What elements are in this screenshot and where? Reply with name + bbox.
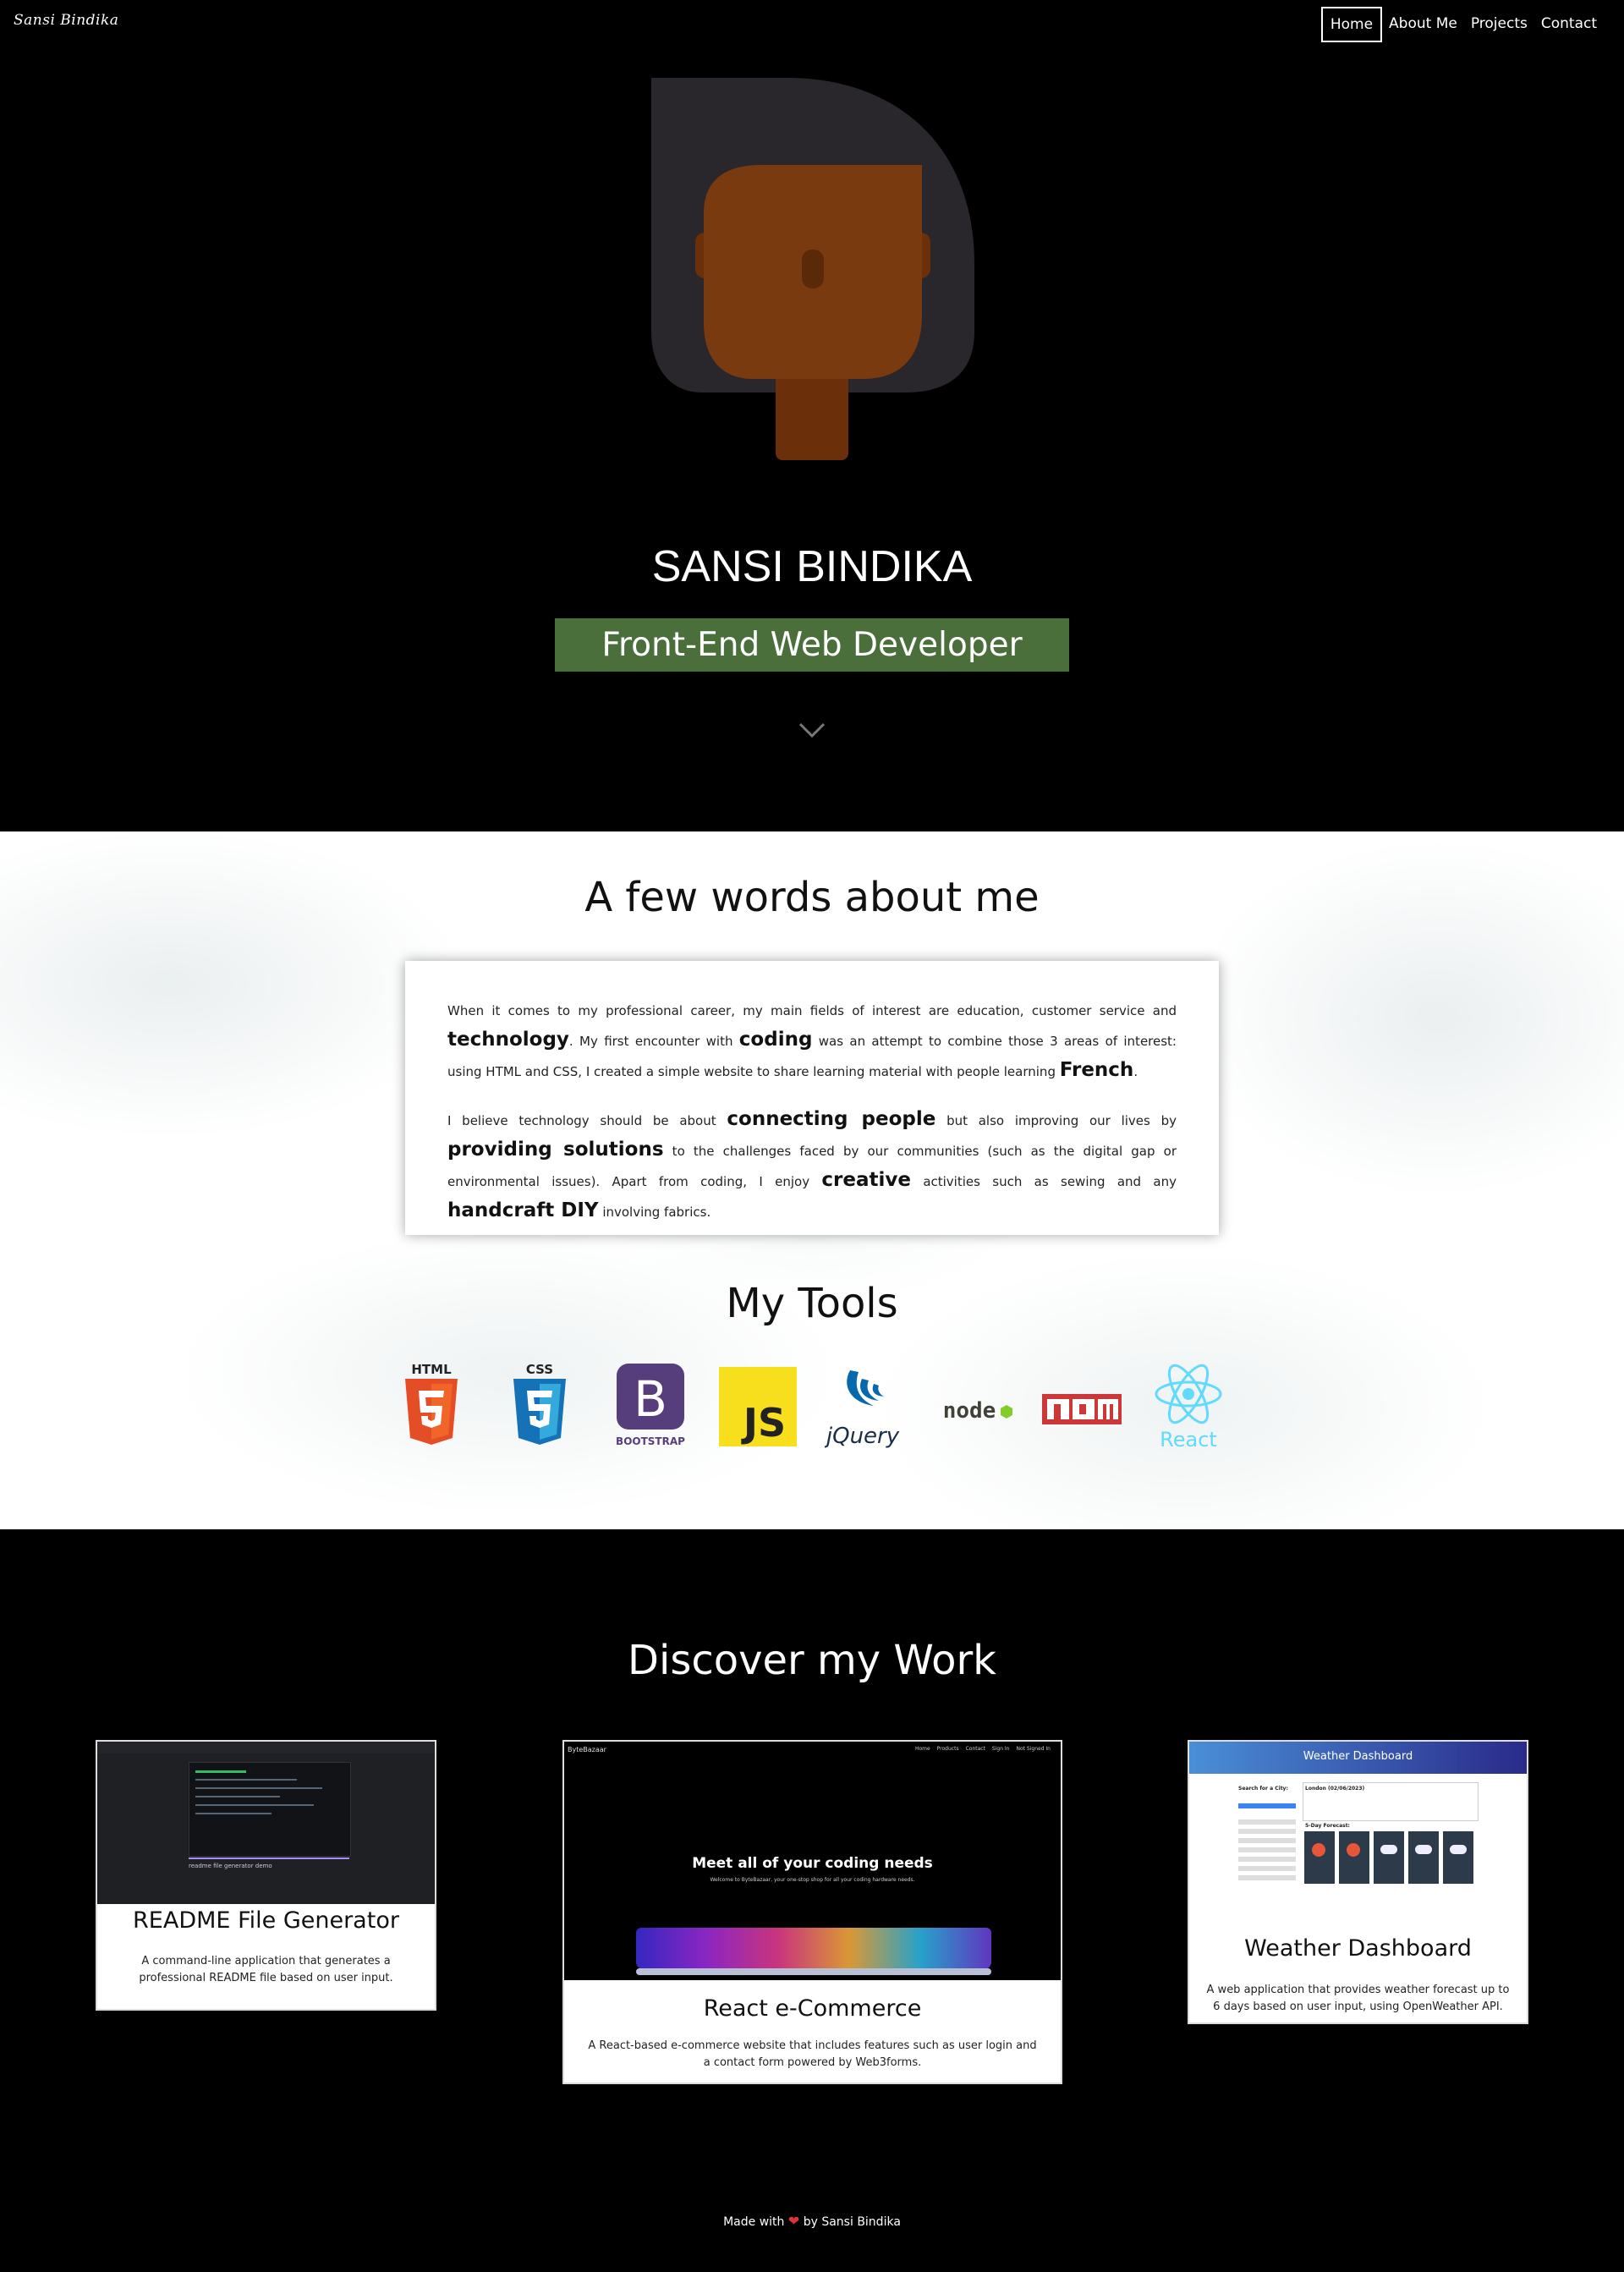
hero-name: SANSI BINDIKA — [651, 542, 973, 591]
about-paragraph-1: When it comes to my professional career,… — [447, 1003, 1177, 1081]
project-description: A React-based e-commerce website that in… — [588, 2039, 1037, 2069]
footer: Made with ❤ by Sansi Bindika — [0, 2213, 1624, 2229]
svg-text:npm: npm — [1081, 1447, 1083, 1449]
css3-icon: CSS — [513, 1362, 566, 1445]
about-title: A few words about me — [584, 874, 1040, 921]
react-icon: React — [1155, 1364, 1222, 1452]
npm-icon: npm — [1042, 1394, 1122, 1449]
project-thumbnail-weather[interactable]: Weather Dashboard Search for a City: Lon… — [1189, 1742, 1527, 1919]
svg-text:jQuery: jQuery — [825, 1424, 900, 1449]
heart-icon: ❤ — [787, 2213, 800, 2229]
nav-contact[interactable]: Contact — [1534, 7, 1604, 42]
project-title: React e-Commerce — [703, 1995, 922, 2022]
javascript-icon: JS — [719, 1367, 797, 1446]
html5-icon: HTML — [405, 1362, 458, 1445]
about-card: When it comes to my professional career,… — [405, 961, 1219, 1235]
about-section: A few words about me When it comes to my… — [0, 831, 1624, 1529]
top-navbar: Sansi Bindika Home About Me Projects Con… — [0, 0, 1624, 51]
project-description: A web application that provides weather … — [1206, 1984, 1510, 2013]
tools-row: HTML CSS B BOOTSTRAP JS jQuery node npm … — [398, 1360, 1226, 1453]
svg-text:CSS: CSS — [526, 1362, 553, 1377]
project-card-ecommerce[interactable]: ByteBazaar Home Products Contact Sign In… — [562, 1740, 1062, 2084]
svg-text:React: React — [1160, 1428, 1217, 1452]
avatar-illustration — [651, 78, 974, 460]
footer-made-with: Made with — [723, 2215, 785, 2229]
hero-job-title: Front-End Web Developer — [555, 618, 1069, 672]
svg-text:JS: JS — [741, 1400, 786, 1446]
svg-text:BOOTSTRAP: BOOTSTRAP — [616, 1435, 685, 1447]
svg-text:node: node — [943, 1398, 996, 1424]
chevron-down-icon[interactable] — [798, 721, 826, 739]
nav-links: Home About Me Projects Contact — [1320, 7, 1604, 42]
work-section: Discover my Work readme file generator d… — [0, 1529, 1624, 2272]
brand-logo[interactable]: Sansi Bindika — [14, 12, 118, 29]
bootstrap-icon: B BOOTSTRAP — [616, 1364, 685, 1447]
nav-home[interactable]: Home — [1320, 7, 1383, 42]
project-title: Weather Dashboard — [1244, 1935, 1472, 1962]
project-description: A command-line application that generate… — [139, 1955, 393, 1984]
svg-text:HTML: HTML — [411, 1362, 452, 1377]
project-thumbnail-readme[interactable]: readme file generator demo — [97, 1742, 435, 1904]
project-thumbnail-ecommerce[interactable]: ByteBazaar Home Products Contact Sign In… — [564, 1742, 1061, 1980]
about-paragraph-2: I believe technology should be about con… — [447, 1108, 1177, 1221]
nodejs-icon: node — [943, 1398, 1012, 1424]
svg-text:B: B — [634, 1370, 667, 1428]
project-title: README File Generator — [133, 1907, 399, 1934]
nav-projects[interactable]: Projects — [1464, 7, 1534, 42]
footer-author: by Sansi Bindika — [803, 2215, 901, 2229]
work-title: Discover my Work — [628, 1637, 996, 1684]
nav-about-me[interactable]: About Me — [1382, 7, 1464, 42]
project-card-weather[interactable]: Weather Dashboard Search for a City: Lon… — [1188, 1740, 1528, 2024]
jquery-icon: jQuery — [825, 1370, 900, 1449]
hero-section: SANSI BINDIKA Front-End Web Developer — [0, 0, 1624, 831]
tools-title: My Tools — [726, 1280, 898, 1327]
project-card-readme[interactable]: readme file generator demo README File G… — [96, 1740, 436, 2011]
